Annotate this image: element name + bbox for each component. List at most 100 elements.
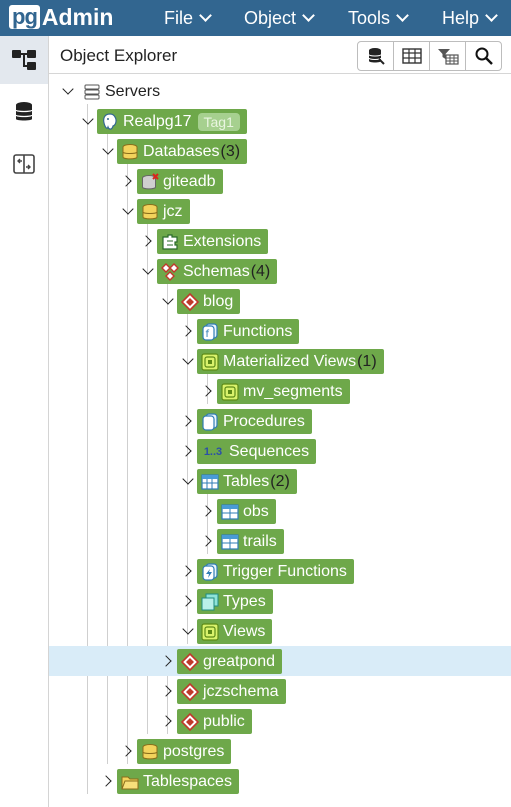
tree-row-obs[interactable]: obs	[49, 496, 511, 526]
schema-icon	[181, 682, 199, 701]
tree-node-greatpond[interactable]: greatpond	[177, 649, 283, 674]
tablespaces-icon	[121, 773, 139, 791]
chevron-right-icon[interactable]	[100, 774, 115, 788]
sequences-icon: 1..3	[201, 443, 225, 461]
chevron-down-icon[interactable]	[181, 623, 195, 638]
chevron-right-icon[interactable]	[120, 744, 135, 758]
tree-row-blog[interactable]: blog	[49, 286, 511, 316]
menu-tools[interactable]: Tools	[348, 0, 409, 36]
chevron-right-icon[interactable]	[180, 594, 195, 608]
tree-node-trails[interactable]: trails	[217, 529, 284, 554]
tree-label: mv_segments	[243, 382, 343, 400]
chevron-right-icon[interactable]	[160, 654, 175, 668]
query-tool-icon	[368, 48, 385, 65]
tree-node-types[interactable]: Types	[197, 589, 273, 614]
materialized-view-icon	[221, 382, 239, 401]
tree-node-servers[interactable]: Servers	[79, 79, 167, 104]
tree-row-types[interactable]: Types	[49, 586, 511, 616]
chevron-right-icon[interactable]	[160, 714, 175, 728]
chevron-down-icon[interactable]	[141, 263, 155, 278]
tree-row-mv-segments[interactable]: mv_segments	[49, 376, 511, 406]
chevron-down-icon[interactable]	[61, 83, 75, 98]
tree-row-sequences[interactable]: 1..3 Sequences	[49, 436, 511, 466]
chevron-right-icon[interactable]	[200, 534, 215, 548]
chevron-down-icon[interactable]	[161, 293, 175, 308]
tree-row-trigger-functions[interactable]: Trigger Functions	[49, 556, 511, 586]
tree-node-functions[interactable]: f Functions	[197, 319, 300, 344]
tree-row-materialized-views[interactable]: Materialized Views (1)	[49, 346, 511, 376]
chevron-down-icon[interactable]	[101, 143, 115, 158]
tree-row-extensions[interactable]: Extensions	[49, 226, 511, 256]
table-view-button[interactable]	[394, 42, 430, 70]
query-tool-button[interactable]	[358, 42, 394, 70]
tree-node-blog[interactable]: blog	[177, 289, 241, 314]
sidebar-swap-button[interactable]	[0, 140, 48, 188]
tree-node-giteadb[interactable]: giteadb	[137, 169, 223, 194]
chevron-down-icon	[199, 9, 212, 22]
tree-row-public[interactable]: public	[49, 706, 511, 736]
left-sidebar	[0, 36, 49, 807]
tree-node-jczschema[interactable]: jczschema	[177, 679, 286, 704]
menu-object[interactable]: Object	[244, 0, 315, 36]
tree-row-databases[interactable]: Databases (3)	[49, 136, 511, 166]
tree-node-mv-segments[interactable]: mv_segments	[217, 379, 350, 404]
tree-node-databases[interactable]: Databases (3)	[117, 139, 248, 164]
search-icon	[475, 47, 493, 65]
tree-node-tables[interactable]: Tables (2)	[197, 469, 297, 494]
chevron-right-icon[interactable]	[160, 684, 175, 698]
tree-row-realpg17[interactable]: Realpg17 Tag1	[49, 106, 511, 136]
tree-row-tables[interactable]: Tables (2)	[49, 466, 511, 496]
chevron-right-icon[interactable]	[180, 324, 195, 338]
tree-node-jcz[interactable]: jcz	[137, 199, 190, 224]
chevron-right-icon[interactable]	[180, 564, 195, 578]
menu-file-label: File	[164, 7, 194, 28]
tree-node-procedures[interactable]: Procedures	[197, 409, 312, 434]
chevron-down-icon[interactable]	[181, 353, 195, 368]
tree-row-jczschema[interactable]: jczschema	[49, 676, 511, 706]
tree-node-sequences[interactable]: 1..3 Sequences	[197, 439, 317, 464]
sidebar-database-button[interactable]	[0, 88, 48, 136]
tree-node-tablespaces[interactable]: Tablespaces	[117, 769, 239, 794]
menu-file[interactable]: File	[164, 0, 212, 36]
tree-label: Databases	[143, 142, 220, 160]
tree-row-procedures[interactable]: Procedures	[49, 406, 511, 436]
tree-node-views[interactable]: Views	[197, 619, 273, 644]
search-button[interactable]	[466, 42, 501, 70]
tree-row-views[interactable]: Views	[49, 616, 511, 646]
tree-row-trails[interactable]: trails	[49, 526, 511, 556]
tree-row-servers[interactable]: Servers	[49, 76, 511, 106]
tree-row-schemas[interactable]: Schemas (4)	[49, 256, 511, 286]
procedures-icon	[201, 412, 219, 431]
tree-row-jcz[interactable]: jcz	[49, 196, 511, 226]
chevron-right-icon[interactable]	[200, 504, 215, 518]
tree-node-realpg17[interactable]: Realpg17 Tag1	[97, 109, 247, 134]
tree-node-schemas[interactable]: Schemas (4)	[157, 259, 278, 284]
materialized-views-icon	[201, 352, 219, 371]
chevron-down-icon[interactable]	[81, 113, 95, 128]
tree-node-extensions[interactable]: Extensions	[157, 229, 269, 254]
chevron-down-icon[interactable]	[121, 203, 135, 218]
tree-count: (1)	[357, 352, 377, 370]
tree-node-trigger-functions[interactable]: Trigger Functions	[197, 559, 354, 584]
tree-node-postgres[interactable]: postgres	[137, 739, 232, 764]
chevron-right-icon[interactable]	[180, 444, 195, 458]
tree-row-greatpond[interactable]: greatpond	[49, 646, 511, 676]
filter-rows-button[interactable]	[430, 42, 466, 70]
menu-help[interactable]: Help	[442, 0, 498, 36]
chevron-right-icon[interactable]	[120, 174, 135, 188]
chevron-down-icon[interactable]	[181, 473, 195, 488]
tree-node-obs[interactable]: obs	[217, 499, 276, 524]
chevron-right-icon[interactable]	[180, 414, 195, 428]
pgadmin-logo[interactable]: pg Admin	[9, 3, 113, 31]
tree-row-tablespaces[interactable]: Tablespaces	[49, 766, 511, 796]
tree-row-giteadb[interactable]: giteadb	[49, 166, 511, 196]
tables-icon	[201, 473, 219, 491]
tree-row-functions[interactable]: f Functions	[49, 316, 511, 346]
panel-title: Object Explorer	[60, 46, 178, 65]
tree-node-public[interactable]: public	[177, 709, 252, 734]
chevron-right-icon[interactable]	[200, 384, 215, 398]
tree-row-postgres[interactable]: postgres	[49, 736, 511, 766]
sidebar-object-explorer-button[interactable]	[0, 36, 48, 84]
chevron-right-icon[interactable]	[140, 234, 155, 248]
tree-node-materialized-views[interactable]: Materialized Views (1)	[197, 349, 384, 374]
